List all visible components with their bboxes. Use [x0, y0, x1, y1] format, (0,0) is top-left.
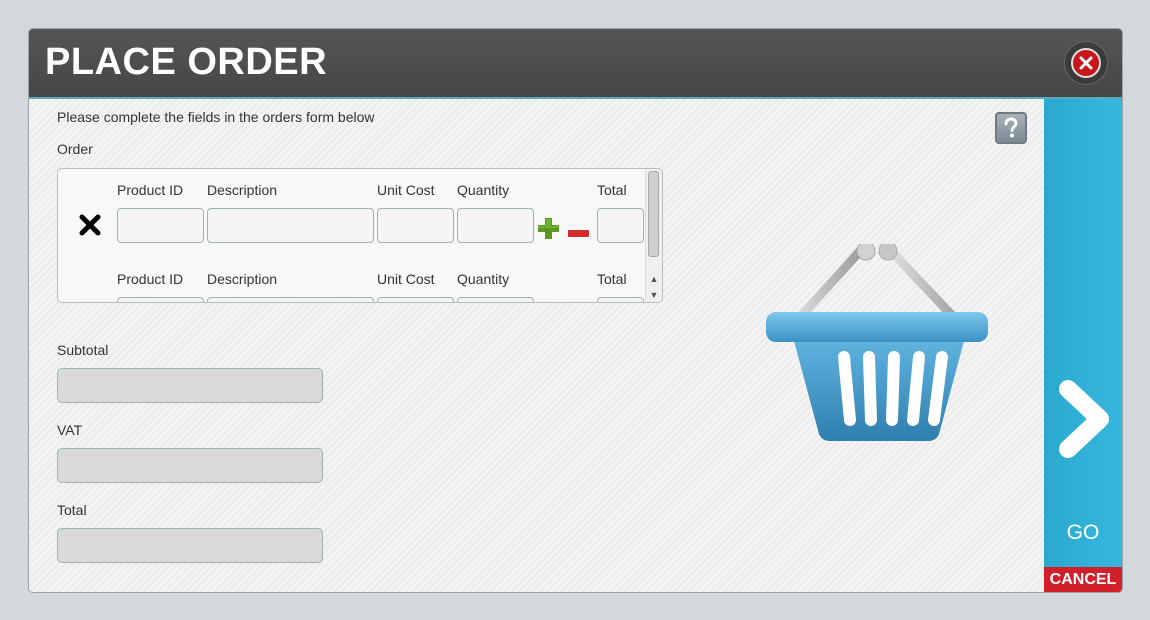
description-input[interactable] — [207, 208, 374, 243]
order-label: Order — [57, 141, 93, 157]
subtotal-label: Subtotal — [57, 342, 109, 358]
product-id-input[interactable] — [117, 297, 204, 302]
scrollbar-thumb[interactable] — [648, 171, 659, 257]
chevron-right-icon — [1059, 380, 1109, 458]
vat-label: VAT — [57, 422, 83, 438]
quantity-input[interactable] — [457, 297, 534, 302]
product-id-input[interactable] — [117, 208, 204, 243]
help-button[interactable] — [995, 112, 1027, 144]
order-lines-box: Product ID Description Unit Cost Quantit… — [57, 168, 663, 303]
line-total-input[interactable] — [597, 208, 644, 243]
total-field — [57, 528, 323, 563]
form-instructions: Please complete the fields in the orders… — [57, 109, 375, 125]
line-total-input[interactable] — [597, 297, 644, 302]
quantity-decrease-button[interactable] — [568, 224, 589, 237]
column-header-product-id: Product ID — [117, 182, 184, 198]
column-header-description: Description — [207, 271, 278, 287]
minus-icon — [568, 230, 589, 237]
help-icon — [1004, 117, 1018, 138]
place-order-window: PLACE ORDER Please complete the fields i… — [28, 28, 1123, 593]
column-header-total: Total — [597, 271, 627, 287]
scroll-up-arrow-icon[interactable]: ▲ — [646, 272, 662, 286]
column-header-product-id: Product ID — [117, 271, 184, 287]
shopping-basket-icon — [764, 241, 994, 459]
vat-field — [57, 448, 323, 483]
quantity-input[interactable] — [457, 208, 534, 243]
order-lines-list: Product ID Description Unit Cost Quantit… — [58, 169, 648, 302]
close-button[interactable] — [1064, 41, 1108, 85]
go-button[interactable]: GO — [1044, 99, 1122, 567]
go-label: GO — [1066, 521, 1100, 544]
column-header-unit-cost: Unit Cost — [377, 271, 435, 287]
scroll-down-arrow-icon[interactable]: ▼ — [646, 288, 662, 302]
cancel-button[interactable]: CANCEL — [1044, 567, 1122, 592]
unit-cost-input[interactable] — [377, 208, 454, 243]
quantity-increase-button[interactable] — [538, 218, 559, 239]
column-header-unit-cost: Unit Cost — [377, 182, 435, 198]
unit-cost-input[interactable] — [377, 297, 454, 302]
total-label: Total — [57, 502, 87, 518]
column-header-total: Total — [597, 182, 627, 198]
window-title: PLACE ORDER — [45, 41, 328, 83]
column-header-quantity: Quantity — [457, 271, 510, 287]
close-icon — [1071, 48, 1101, 78]
title-bar: PLACE ORDER — [29, 29, 1122, 99]
column-header-quantity: Quantity — [457, 182, 510, 198]
description-input[interactable] — [207, 297, 374, 302]
remove-row-icon[interactable] — [79, 214, 101, 236]
order-scrollbar[interactable]: ▲ ▼ — [645, 169, 662, 302]
column-header-description: Description — [207, 182, 278, 198]
plus-icon — [538, 218, 559, 239]
subtotal-field — [57, 368, 323, 403]
